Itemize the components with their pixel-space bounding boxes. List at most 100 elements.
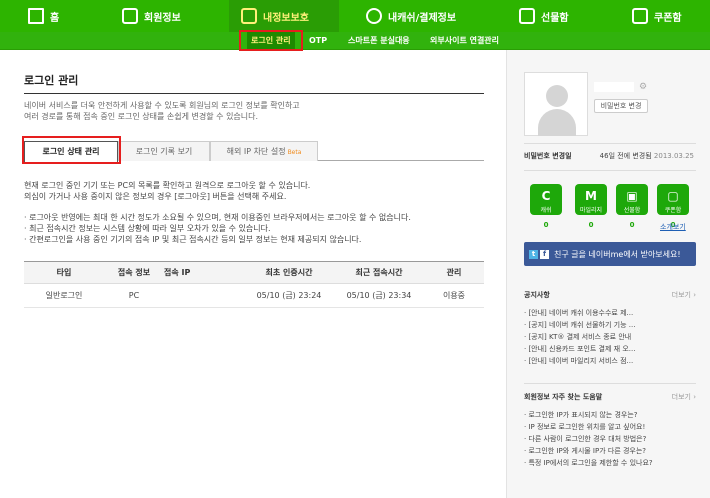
cell-first-auth: 05/10 (금) 23:24 — [244, 283, 334, 308]
divider — [524, 383, 696, 384]
service-mileage-count: 0 — [588, 221, 594, 229]
change-password-button[interactable]: 비밀번호 변경 — [594, 99, 648, 113]
page-description: 네이버 서비스를 더욱 안전하게 사용할 수 있도록 회원님의 로그인 정보를 … — [24, 100, 484, 122]
list-item[interactable]: · 로그인한 IP가 표시되지 않는 경우는? — [524, 409, 696, 421]
highlight-box-subnav — [239, 30, 303, 51]
info-line-2: 의심이 가거나 사용 중이지 않은 정보의 경우 [로그아웃] 버튼을 선택해 … — [24, 192, 287, 201]
info-line-1: 현재 로그인 중인 기기 또는 PC의 목록를 확인하고 원격으로 로그아웃 할… — [24, 181, 311, 190]
avatar[interactable] — [524, 72, 588, 136]
nav-privacy-label: 내정보보호 — [263, 12, 309, 24]
service-gift[interactable]: ▣ 선물함 0 — [616, 184, 648, 229]
faq-more-link[interactable]: 더보기 › — [672, 392, 696, 402]
login-session-table: 타입 접속 정보 접속 IP 최초 인증시간 최근 접속시간 관리 일반로그인 … — [24, 261, 484, 308]
nickname-box — [594, 82, 634, 92]
notice-notes: · 로그아웃 반영에는 최대 한 시간 정도가 소요될 수 있으며, 현재 이용… — [24, 212, 484, 245]
service-gift-count: 0 — [629, 221, 635, 229]
gift-icon — [519, 8, 535, 24]
cell-last-access: 05/10 (금) 23:34 — [334, 283, 424, 308]
service-cash[interactable]: C 캐쉬 0 — [530, 184, 562, 229]
col-info: 접속 정보 — [104, 261, 164, 284]
notice-header: 공지사항 더보기 › — [524, 290, 696, 300]
nav-home-label: 홈 — [50, 12, 60, 24]
main-content: 로그인 관리 네이버 서비스를 더욱 안전하게 사용할 수 있도록 회원님의 로… — [24, 72, 484, 122]
lock-icon — [241, 8, 257, 24]
avatar-head-icon — [546, 85, 568, 107]
cell-info: PC — [104, 283, 164, 308]
tab-login-history[interactable]: 로그인 기록 보기 — [118, 141, 210, 161]
col-last-access: 최근 접속시간 — [334, 261, 424, 284]
note-line-1: · 로그아웃 반영에는 최대 한 시간 정도가 소요될 수 있으며, 현재 이용… — [24, 213, 411, 222]
service-coupon-label: 쿠폰함 — [657, 206, 689, 215]
nav-cash-label: 내캐쉬/결제정보 — [388, 12, 457, 24]
nav-home[interactable]: 홈 — [28, 0, 59, 32]
naverme-banner[interactable]: t f 친구 글을 네이버me에서 받아보세요! — [524, 242, 696, 266]
desc-line-1: 네이버 서비스를 더욱 안전하게 사용할 수 있도록 회원님의 로그인 정보를 … — [24, 101, 300, 110]
top-nav: 홈 회원정보 내정보보호 내캐쉬/결제정보 선물함 쿠폰함 — [0, 0, 710, 32]
beta-badge: Beta — [287, 149, 302, 156]
faq-title: 회원정보 자주 찾는 도움말 — [524, 393, 603, 401]
subnav-external-sites[interactable]: 외부사이트 연결관리 — [430, 32, 499, 50]
gear-icon[interactable]: ⚙ — [639, 82, 647, 92]
col-first-auth: 최초 인증시간 — [244, 261, 334, 284]
list-item[interactable]: · [안내] 네이버 캐쉬 이용수수료 제... — [524, 307, 696, 319]
sub-nav: 로그인 관리 OTP 스마트폰 분실대응 외부사이트 연결관리 — [0, 32, 710, 50]
facebook-icon: f — [540, 249, 549, 259]
nav-privacy[interactable]: 내정보보호 — [229, 0, 339, 32]
col-manage: 관리 — [424, 261, 484, 284]
service-cash-count: 0 — [543, 221, 549, 229]
cell-manage: 이용중 — [424, 283, 484, 308]
status-info: 현재 로그인 중인 기기 또는 PC의 목록를 확인하고 원격으로 로그아웃 할… — [24, 180, 484, 202]
nav-gift[interactable]: 선물함 — [519, 0, 569, 32]
vouch-link[interactable]: 소개보기 — [660, 222, 686, 232]
list-item[interactable]: · 로그인한 IP와 게시물 IP가 다른 경우는? — [524, 445, 696, 457]
cash-icon: C — [541, 189, 551, 203]
col-type: 타입 — [24, 261, 104, 284]
nav-member-info[interactable]: 회원정보 — [122, 0, 181, 32]
divider — [524, 143, 696, 144]
nav-cash[interactable]: 내캐쉬/결제정보 — [366, 0, 456, 32]
coupon-icon: ▢ — [667, 189, 679, 203]
nav-member-info-label: 회원정보 — [144, 12, 181, 24]
password-change-info: 비밀번호 변경일 46일 전에 변경됨 2013.03.25 — [524, 151, 694, 161]
service-mileage[interactable]: M 마일리지 0 — [575, 184, 607, 229]
twitter-icon: t — [529, 249, 538, 259]
service-cash-label: 캐쉬 — [530, 206, 562, 215]
notice-title: 공지사항 — [524, 291, 550, 299]
subnav-smartphone-lost[interactable]: 스마트폰 분실대응 — [348, 32, 410, 50]
profile-icon — [122, 8, 138, 24]
col-ip: 접속 IP — [164, 261, 244, 284]
subnav-otp[interactable]: OTP — [309, 32, 327, 50]
tab-foreign-ip-block-label: 해외 IP 차단 설정 — [226, 147, 286, 156]
divider — [524, 170, 696, 171]
list-item[interactable]: · [공지] KT® 결제 서비스 종료 안내 — [524, 331, 696, 343]
pw-change-ago: 46일 전에 변경됨 2013.03.25 — [599, 152, 694, 160]
tab-foreign-ip-block[interactable]: 해외 IP 차단 설정 Beta — [210, 141, 318, 161]
cell-type: 일반로그인 — [24, 283, 104, 308]
list-item[interactable]: · [안내] 신용카드 포인트 결제 재 오... — [524, 343, 696, 355]
gift-icon: ▣ — [626, 189, 638, 203]
notice-more-link[interactable]: 더보기 › — [672, 290, 696, 300]
list-item[interactable]: · [안내] 네이버 마일리지 서비스 점... — [524, 355, 696, 367]
list-item[interactable]: · IP 정보로 로그인한 위치를 알고 싶어요! — [524, 421, 696, 433]
note-line-3: · 간편로그인을 사용 중인 기기의 접속 IP 및 최근 접속시간 등의 일부… — [24, 235, 362, 244]
highlight-box-tab — [22, 136, 121, 164]
list-item[interactable]: · 특정 IP에서의 로그인을 제한할 수 있나요? — [524, 457, 696, 469]
note-line-2: · 최근 접속시간 정보는 시스템 상황에 따라 일부 오차가 있을 수 있습니… — [24, 224, 271, 233]
notice-box: 공지사항 더보기 › · [안내] 네이버 캐쉬 이용수수료 제... · [공… — [524, 290, 696, 367]
naverme-banner-text: 친구 글을 네이버me에서 받아보세요! — [554, 249, 681, 259]
desc-line-2: 여러 경로를 통해 접속 중인 로그인 상태를 손쉽게 변경할 수 있습니다. — [24, 112, 259, 121]
cell-ip — [164, 283, 244, 308]
faq-list: · 로그인한 IP가 표시되지 않는 경우는? · IP 정보로 로그인한 위치… — [524, 409, 696, 469]
table-row: 일반로그인 PC 05/10 (금) 23:24 05/10 (금) 23:34… — [24, 283, 484, 308]
cash-icon — [366, 8, 382, 24]
faq-box: 회원정보 자주 찾는 도움말 더보기 › · 로그인한 IP가 표시되지 않는 … — [524, 392, 696, 469]
notice-list: · [안내] 네이버 캐쉬 이용수수료 제... · [공지] 네이버 캐쉬 선… — [524, 307, 696, 367]
nav-coupon[interactable]: 쿠폰함 — [632, 0, 682, 32]
mileage-icon: M — [585, 189, 597, 203]
list-item[interactable]: · 다른 사람이 로그인한 경우 대처 방법은? — [524, 433, 696, 445]
list-item[interactable]: · [공지] 네이버 캐쉬 선물하기 기능 ... — [524, 319, 696, 331]
home-icon — [28, 8, 44, 24]
service-coupon[interactable]: ▢ 쿠폰함 0 — [657, 184, 689, 229]
service-gift-label: 선물함 — [616, 206, 648, 215]
faq-header: 회원정보 자주 찾는 도움말 더보기 › — [524, 392, 696, 402]
